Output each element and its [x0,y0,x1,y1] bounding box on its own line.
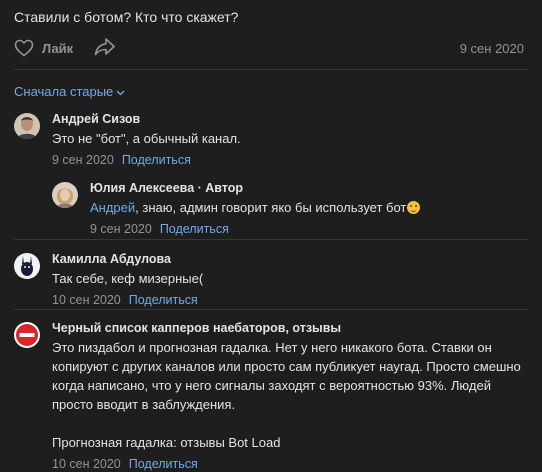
comment-author[interactable]: Андрей Сизов [52,111,522,127]
share-link[interactable]: Поделиться [129,457,198,471]
no-entry-icon [14,322,40,348]
comment-text-body: , знаю, админ говорит яко бы использует … [135,200,407,215]
avatar[interactable] [14,322,40,348]
comment-date[interactable]: 10 сен 2020 [52,457,121,471]
face-with-tongue-icon [407,201,421,214]
avatar[interactable] [14,253,40,279]
avatar-image [14,113,40,139]
share-button[interactable] [94,37,116,60]
comment-text: Андрей, знаю, админ говорит яко бы испол… [90,198,530,217]
sort-dropdown[interactable]: Сначала старые [14,84,125,99]
share-link[interactable]: Поделиться [122,153,191,167]
avatar[interactable] [52,182,78,208]
divider [14,69,528,70]
comment-date[interactable]: 9 сен 2020 [52,153,114,167]
post-actions: Лайк 9 сен 2020 [14,36,528,60]
mention-link[interactable]: Андрей [90,200,135,215]
share-link[interactable]: Поделиться [160,222,229,236]
sort-label: Сначала старые [14,84,114,99]
comment-text: Так себе, кеф мизерные( [52,271,204,286]
avatar-image [14,253,40,279]
like-label: Лайк [42,40,74,56]
post-text: Ставили с ботом? Кто что скажет? [14,9,239,25]
share-arrow-icon [94,38,115,56]
comment-text: Это не "бот", а обычный канал. [52,131,241,146]
avatar-image [52,182,78,208]
comment-author[interactable]: Камилла Абдулова [52,251,522,267]
comment-author[interactable]: Черный список капперов наебаторов, отзыв… [52,320,532,336]
comment-author[interactable]: Юлия Алексеева · Автор [90,180,530,196]
post-date: 9 сен 2020 [459,41,524,56]
heart-icon [14,39,34,57]
chevron-down-icon [116,90,125,95]
divider [14,309,528,310]
divider [14,239,528,240]
avatar[interactable] [14,113,40,139]
comment-date[interactable]: 9 сен 2020 [90,222,152,236]
comment-date[interactable]: 10 сен 2020 [52,293,121,307]
comment-text: Это пиздабол и прогнозная гадалка. Нет у… [52,340,521,450]
share-link[interactable]: Поделиться [129,293,198,307]
like-button[interactable]: Лайк [14,36,73,60]
